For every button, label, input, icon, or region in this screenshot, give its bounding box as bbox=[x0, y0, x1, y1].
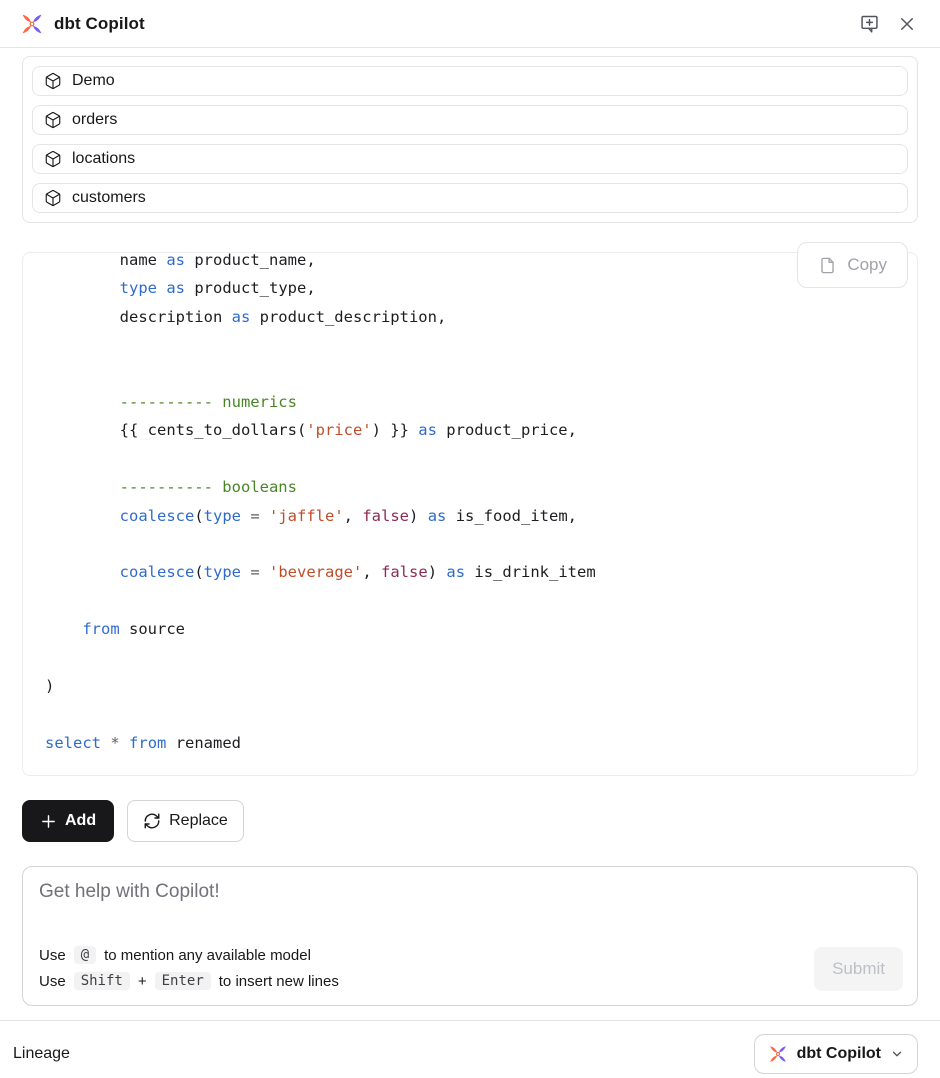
close-button[interactable] bbox=[896, 13, 918, 35]
add-button-label: Add bbox=[65, 812, 96, 830]
copilot-dropdown-button[interactable]: dbt Copilot bbox=[754, 1034, 918, 1074]
code-block-wrapper: name as product_name, type as product_ty… bbox=[22, 252, 918, 776]
add-button[interactable]: Add bbox=[22, 800, 114, 842]
footer: Lineage dbt Copilot bbox=[0, 1020, 940, 1078]
hint-text: to insert new lines bbox=[219, 973, 339, 990]
close-icon bbox=[898, 15, 916, 33]
dbt-copilot-logo-icon bbox=[768, 1044, 788, 1064]
code-block[interactable]: name as product_name, type as product_ty… bbox=[22, 252, 918, 776]
shift-key-badge: Shift bbox=[74, 972, 130, 990]
copilot-panel: dbt Copilot bbox=[0, 0, 940, 1078]
message-square-plus-icon bbox=[859, 13, 880, 34]
model-chip-label: Demo bbox=[72, 72, 115, 90]
model-chip-customers[interactable]: customers bbox=[32, 183, 908, 213]
at-key-badge: @ bbox=[74, 946, 96, 964]
model-list: Demo orders locations bbox=[22, 56, 918, 223]
copy-button[interactable]: Copy bbox=[797, 242, 908, 288]
newline-hint: Use Shift + Enter to insert new lines bbox=[39, 968, 339, 994]
tab-lineage[interactable]: Lineage bbox=[13, 1045, 70, 1063]
refresh-icon bbox=[143, 812, 161, 830]
new-chat-button[interactable] bbox=[857, 11, 882, 36]
package-icon bbox=[44, 150, 62, 168]
chevron-down-icon bbox=[890, 1047, 904, 1061]
package-icon bbox=[44, 72, 62, 90]
model-chip-label: customers bbox=[72, 189, 146, 207]
model-chip-label: orders bbox=[72, 111, 117, 129]
dbt-copilot-logo-icon bbox=[20, 12, 44, 36]
hint-text: + bbox=[138, 973, 147, 990]
package-icon bbox=[44, 189, 62, 207]
hint-text: to mention any available model bbox=[104, 947, 311, 964]
panel-title: dbt Copilot bbox=[54, 14, 145, 34]
composer-hints: Use @ to mention any available model Use… bbox=[39, 942, 339, 994]
model-chip-locations[interactable]: locations bbox=[32, 144, 908, 174]
prompt-input[interactable] bbox=[39, 881, 556, 915]
hint-text: Use bbox=[39, 947, 66, 964]
replace-button[interactable]: Replace bbox=[127, 800, 244, 842]
action-buttons: Add Replace bbox=[22, 800, 918, 842]
sql-code: name as product_name, type as product_ty… bbox=[45, 252, 917, 757]
header: dbt Copilot bbox=[0, 0, 940, 48]
copy-button-label: Copy bbox=[847, 255, 887, 275]
mention-hint: Use @ to mention any available model bbox=[39, 942, 339, 968]
enter-key-badge: Enter bbox=[155, 972, 211, 990]
replace-button-label: Replace bbox=[169, 812, 228, 830]
submit-button[interactable]: Submit bbox=[814, 947, 903, 991]
plus-icon bbox=[40, 813, 57, 830]
model-chip-demo[interactable]: Demo bbox=[32, 66, 908, 96]
hint-text: Use bbox=[39, 973, 66, 990]
model-chip-label: locations bbox=[72, 150, 135, 168]
copy-icon bbox=[818, 256, 837, 275]
prompt-composer: Use @ to mention any available model Use… bbox=[22, 866, 918, 1006]
copilot-dropdown-label: dbt Copilot bbox=[797, 1045, 881, 1063]
model-chip-orders[interactable]: orders bbox=[32, 105, 908, 135]
package-icon bbox=[44, 111, 62, 129]
